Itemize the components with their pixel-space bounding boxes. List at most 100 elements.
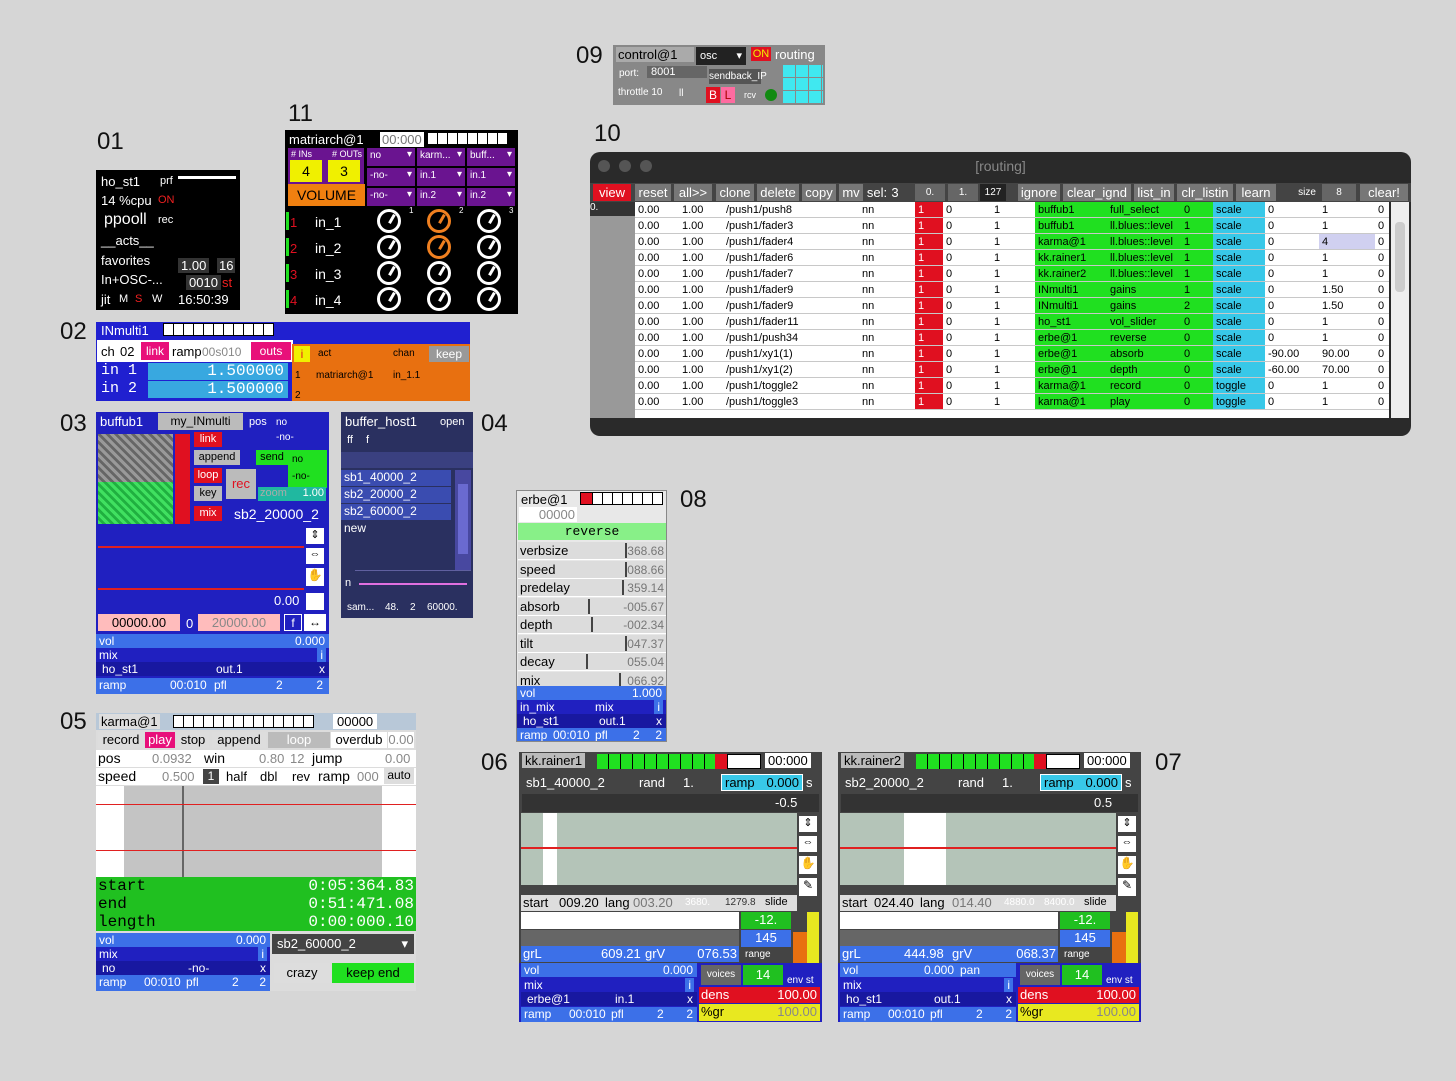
routing-dropdown[interactable]: no ▾	[367, 148, 415, 166]
value-display[interactable]: 1.00	[178, 258, 210, 273]
out-max-cell[interactable]: 1	[991, 202, 1035, 218]
hand-icon[interactable]: ✋	[306, 568, 324, 586]
smooth-cell[interactable]: 0	[1375, 393, 1389, 410]
loop-region[interactable]	[98, 482, 173, 524]
type-cell[interactable]: scale	[1213, 202, 1265, 218]
in-min-cell[interactable]: 0.00	[635, 202, 679, 218]
win-value-2[interactable]: 12	[290, 751, 304, 766]
param-slider[interactable]: decay 055.04	[518, 653, 666, 671]
channel-cell[interactable]: 0	[1181, 361, 1213, 378]
smooth-cell[interactable]: 0	[1375, 249, 1389, 266]
range-value[interactable]: 127	[980, 184, 1006, 201]
out-max-cell[interactable]: 1	[991, 249, 1035, 266]
start-value[interactable]: 00000.00	[98, 614, 180, 631]
rainer1-ramp-slider[interactable]: ramp 0.000	[721, 774, 803, 791]
buffer-preview[interactable]	[355, 570, 471, 597]
pos-no[interactable]: no	[276, 417, 287, 428]
in-min-cell[interactable]: 0.00	[635, 249, 679, 266]
mode-cell[interactable]: nn	[859, 329, 915, 346]
out-min-cell[interactable]: 0	[943, 233, 991, 250]
buffer-list-item[interactable]: new	[341, 521, 451, 537]
out-max-cell[interactable]: 1	[991, 265, 1035, 282]
rainer2-rand-value[interactable]: 1.	[1002, 775, 1013, 790]
out-min-cell[interactable]: 0	[943, 361, 991, 378]
out-min-cell[interactable]: 0	[943, 297, 991, 314]
scale-max-cell[interactable]: 1.50	[1319, 281, 1375, 298]
route-row-1-chan[interactable]: in_1.1	[393, 370, 420, 381]
vol-slider[interactable]: vol 1.000	[517, 686, 666, 700]
rainer2-pitch-value[interactable]: 0.5	[1094, 795, 1112, 810]
enabled-cell[interactable]: 1	[915, 377, 943, 394]
slide-button[interactable]: slide	[1084, 896, 1107, 908]
target-param-cell[interactable]: record	[1107, 377, 1181, 394]
gain-knob[interactable]	[427, 261, 451, 285]
keep-end-button[interactable]: keep end	[332, 963, 414, 983]
target-act-cell[interactable]: INmulti1	[1035, 297, 1107, 314]
mode-cell[interactable]: nn	[859, 202, 915, 218]
transpose-value[interactable]: -12.	[741, 912, 791, 929]
type-cell[interactable]: scale	[1213, 361, 1265, 378]
out-min-cell[interactable]: 0	[943, 329, 991, 346]
smooth-cell[interactable]: 0	[1375, 313, 1389, 330]
mode-cell[interactable]: nn	[859, 393, 915, 410]
out-max-cell[interactable]: 1	[991, 345, 1035, 362]
ramp-value[interactable]: 000	[357, 769, 379, 784]
slider-thumb[interactable]	[624, 635, 627, 651]
output-row[interactable]: ho_st1 out.1 x	[840, 992, 1016, 1006]
buffer-list-item[interactable]: sb2_60000_2	[341, 504, 451, 520]
stretch-icon[interactable]: ↔	[304, 614, 326, 631]
keep-button[interactable]: keep	[429, 346, 469, 362]
record-button[interactable]: record	[98, 732, 144, 748]
table-row[interactable]: 0.00 1.00/push1/toggle2 nn 1 0 1 karma@1 record…	[635, 377, 1389, 394]
grain-row[interactable]: grL 444.98 grV 068.37	[840, 946, 1058, 962]
target-act-cell[interactable]: ho_st1	[1035, 313, 1107, 330]
param-slider[interactable]: speed 088.66	[518, 560, 666, 579]
target-param-cell[interactable]: ll.blues::level	[1107, 249, 1181, 266]
target-act-cell[interactable]: buffub1	[1035, 202, 1107, 218]
enabled-cell[interactable]: 1	[915, 361, 943, 378]
in-max-cell[interactable]: 1.00	[679, 265, 723, 282]
pause-button[interactable]: ll	[679, 88, 683, 99]
send-nono[interactable]: -no-	[292, 471, 310, 482]
smooth-cell[interactable]: 0	[1375, 345, 1389, 362]
osc-address-cell[interactable]: /push1/fader9	[723, 281, 859, 298]
smooth-cell[interactable]: 0	[1375, 281, 1389, 298]
view-button[interactable]: view	[593, 184, 631, 201]
in-max-cell[interactable]: 1.00	[679, 202, 723, 218]
mode-cell[interactable]: nn	[859, 377, 915, 394]
out-max-cell[interactable]: 1	[991, 297, 1035, 314]
in-min-cell[interactable]: 0.00	[635, 345, 679, 362]
loop-toggle[interactable]: loop	[194, 468, 222, 483]
smooth-cell[interactable]: 0	[1375, 233, 1389, 250]
ramp-row[interactable]: ramp 00:010 pfl 2 2	[517, 728, 666, 741]
channel-cell[interactable]: 1	[1181, 265, 1213, 282]
out-max-cell[interactable]: 1	[991, 313, 1035, 330]
vol-slider[interactable]: vol 0.000	[96, 933, 270, 947]
out-max-cell[interactable]: 1	[991, 217, 1035, 234]
vol-slider[interactable]: vol 0.000 pan	[840, 963, 1016, 977]
range-value[interactable]: 145	[1060, 930, 1110, 947]
m-button[interactable]: M	[119, 293, 128, 305]
smooth-cell[interactable]: 0	[1375, 329, 1389, 346]
scale-max-cell[interactable]: 1	[1319, 393, 1375, 410]
in-max-cell[interactable]: 1.00	[679, 329, 723, 346]
in-min-cell[interactable]: 0.00	[635, 217, 679, 234]
copy-button[interactable]: copy	[802, 184, 836, 201]
table-row[interactable]: 0.00 1.00/push1/fader6 nn 1 0 1 kk.rainer1 ll.b…	[635, 249, 1389, 266]
mode-cell[interactable]: nn	[859, 217, 915, 234]
rainer1-waveform[interactable]	[521, 813, 797, 885]
target-param-cell[interactable]: reverse	[1107, 329, 1181, 346]
pos-nono[interactable]: -no-	[276, 432, 294, 443]
in-max-cell[interactable]: 1.00	[679, 297, 723, 314]
gr-percent-slider[interactable]: %gr 100.00	[699, 1004, 820, 1021]
target-param-cell[interactable]: play	[1107, 393, 1181, 410]
scale-max-cell[interactable]: 1	[1319, 202, 1375, 218]
buffer-scrollbar[interactable]	[455, 470, 471, 570]
inmulti-cells[interactable]	[163, 323, 274, 336]
table-row[interactable]: 0.00 1.00/push1/xy1(2) nn 1 0 1 erbe@1 depth 0 sc…	[635, 361, 1389, 378]
ramp-value[interactable]: 00s010	[202, 345, 241, 359]
mix-row[interactable]: mix i	[840, 978, 1016, 992]
enabled-cell[interactable]: 1	[915, 265, 943, 282]
gain-knob[interactable]	[427, 287, 451, 311]
buffer-list-item[interactable]: sb2_20000_2	[341, 487, 451, 503]
